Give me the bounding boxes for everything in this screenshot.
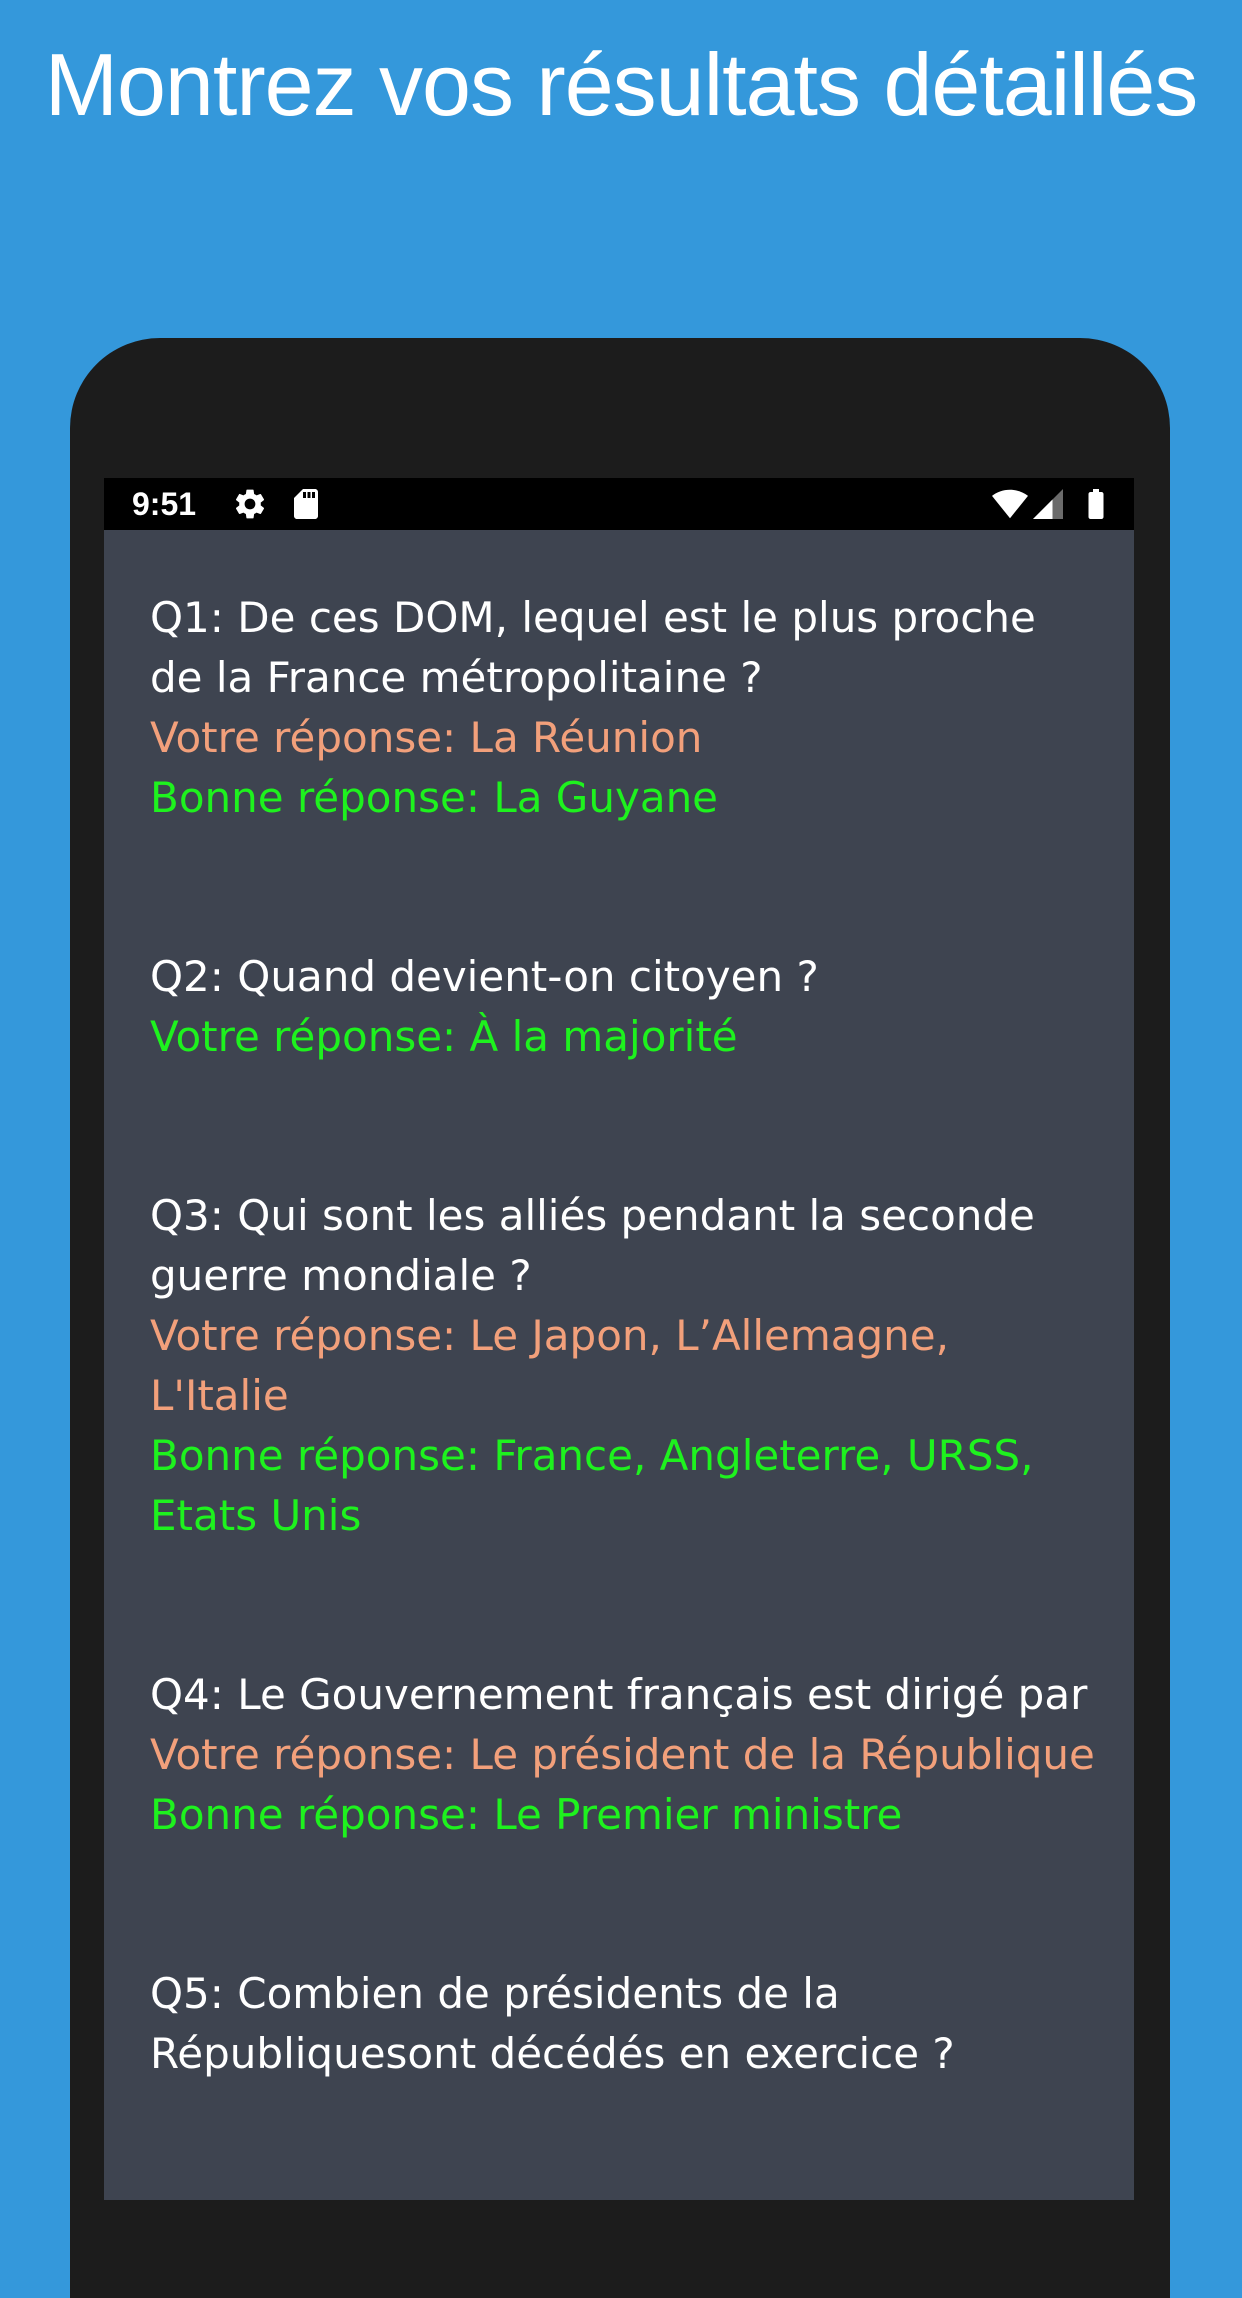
correct-answer: Bonne réponse: France, Angleterre, URSS,… xyxy=(150,1431,1034,1540)
your-answer-wrong: Votre réponse: Le président de la Républ… xyxy=(150,1730,1095,1779)
question-text: Q1: De ces DOM, lequel est le plus proch… xyxy=(150,593,1036,702)
cell-signal-icon xyxy=(1030,486,1066,522)
result-item-q1: Q1: De ces DOM, lequel est le plus proch… xyxy=(150,588,1100,828)
status-time: 9:51 xyxy=(132,486,197,522)
your-answer-wrong: Votre réponse: Le Japon, L’Allemagne, L'… xyxy=(150,1311,949,1420)
battery-icon xyxy=(1078,486,1114,522)
results-list: Q1: De ces DOM, lequel est le plus proch… xyxy=(150,588,1100,2200)
question-text: Q2: Quand devient-on citoyen ? xyxy=(150,952,819,1001)
your-answer-wrong: Votre réponse: La Réunion xyxy=(150,713,703,762)
result-item-q2: Q2: Quand devient-on citoyen ? Votre rép… xyxy=(150,947,1100,1067)
gear-icon xyxy=(232,486,268,522)
sd-card-icon xyxy=(288,486,324,522)
question-text: Q3: Qui sont les alliés pendant la secon… xyxy=(150,1191,1035,1300)
phone-bottom-bezel xyxy=(104,2200,1134,2208)
question-text: Q5: Combien de présidents de la Républiq… xyxy=(150,1969,955,2078)
phone-screen: 9:51 Q1: De ces DOM, lequel est le plus … xyxy=(104,478,1134,2200)
your-answer-correct: Votre réponse: À la majorité xyxy=(150,1012,738,1061)
correct-answer: Bonne réponse: Le Premier ministre xyxy=(150,1790,903,1839)
promo-headline: Montrez vos résultats détaillés xyxy=(44,35,1199,134)
wifi-icon xyxy=(992,486,1028,522)
result-item-q5: Q5: Combien de présidents de la Républiq… xyxy=(150,1964,1100,2084)
correct-answer: Bonne réponse: La Guyane xyxy=(150,773,719,822)
result-item-q4: Q4: Le Gouvernement français est dirigé … xyxy=(150,1665,1100,1845)
status-bar: 9:51 xyxy=(104,478,1134,530)
result-item-q3: Q3: Qui sont les alliés pendant la secon… xyxy=(150,1186,1100,1546)
question-text: Q4: Le Gouvernement français est dirigé … xyxy=(150,1670,1088,1719)
